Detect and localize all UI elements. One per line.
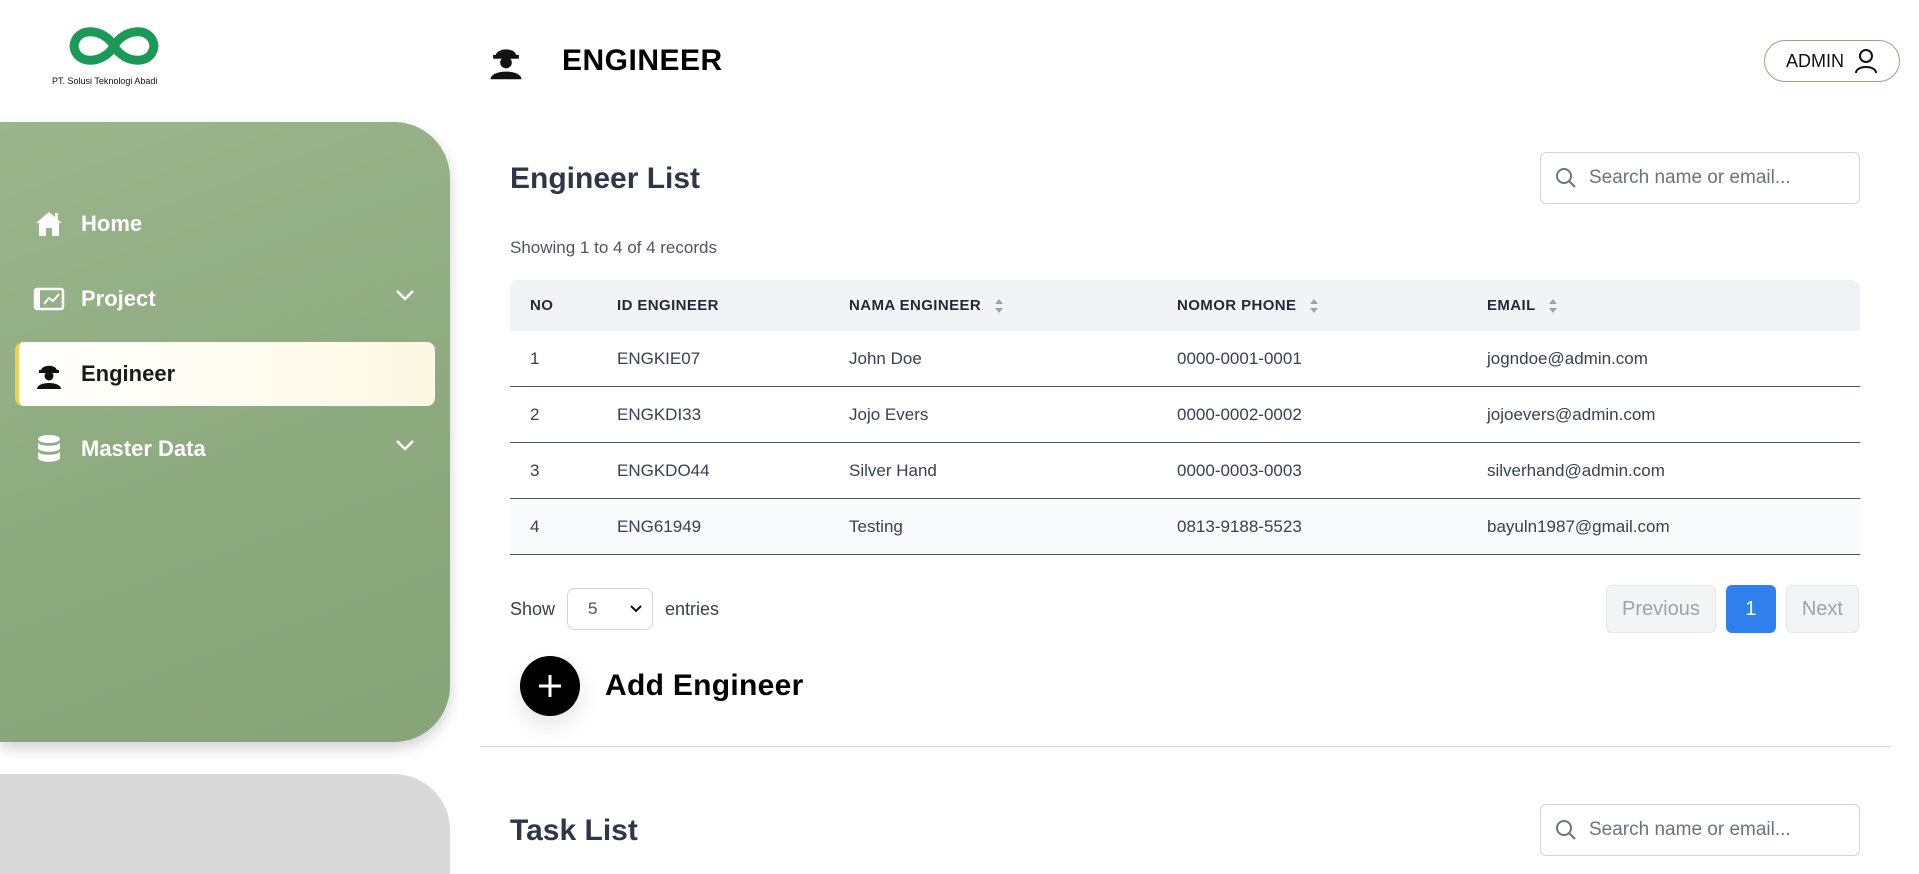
- database-icon: [33, 433, 65, 465]
- previous-page-button[interactable]: Previous: [1606, 585, 1716, 633]
- cell-name: Testing: [849, 516, 903, 536]
- chevron-down-icon: [396, 440, 414, 451]
- pagination: Previous 1 Next: [1606, 585, 1859, 633]
- column-header-no: NO: [530, 297, 554, 314]
- engineer-list-title: Engineer List: [510, 162, 701, 195]
- chevron-down-icon: [396, 290, 414, 301]
- engineer-search-box[interactable]: [1540, 152, 1860, 204]
- user-menu-button[interactable]: ADMIN: [1764, 40, 1900, 82]
- cell-email: silverhand@admin.com: [1487, 460, 1665, 480]
- cell-email: jogndoe@admin.com: [1487, 348, 1648, 368]
- engineer-search-input[interactable]: [1589, 167, 1839, 189]
- user-label: ADMIN: [1786, 50, 1844, 71]
- cell-id: ENG61949: [617, 516, 702, 536]
- column-header-phone-label: NOMOR PHONE: [1177, 296, 1297, 314]
- plus-icon: [520, 656, 580, 716]
- column-header-name-label: NAMA ENGINEER: [849, 296, 982, 314]
- sidebar-item-master-data[interactable]: Master Data: [15, 417, 435, 481]
- sort-icon[interactable]: [994, 298, 1004, 314]
- cell-id: ENGKDO44: [617, 460, 710, 480]
- cell-no: 2: [530, 404, 540, 424]
- company-logo: PT. Solusi Teknologi Abadi: [52, 18, 192, 100]
- cell-no: 1: [530, 348, 540, 368]
- cell-id: ENGKIE07: [617, 348, 701, 368]
- blueprint-chart-icon: [33, 283, 65, 315]
- sidebar-item-label: Project: [81, 286, 156, 311]
- cell-email: bayuln1987@gmail.com: [1487, 516, 1670, 536]
- add-engineer-button[interactable]: Add Engineer: [520, 656, 804, 716]
- cell-phone: 0000-0003-0003: [1177, 460, 1302, 480]
- search-icon: [1556, 820, 1576, 840]
- task-search-input[interactable]: [1589, 819, 1839, 841]
- section-divider: [480, 746, 1890, 747]
- table-row[interactable]: 1 ENGKIE07 John Doe 0000-0001-0001 jognd…: [510, 331, 1860, 387]
- sidebar-item-project[interactable]: Project: [15, 267, 435, 331]
- sort-icon[interactable]: [1309, 298, 1319, 314]
- sidebar-item-label: Master Data: [81, 436, 206, 461]
- entries-select[interactable]: 5: [567, 588, 654, 630]
- search-icon: [1556, 168, 1576, 188]
- engineer-table: NO ID ENGINEER NAMA ENGINEER NOMOR PHONE…: [510, 280, 1860, 555]
- cell-email: jojoevers@admin.com: [1487, 404, 1656, 424]
- cell-no: 3: [530, 460, 540, 480]
- add-engineer-label: Add Engineer: [605, 669, 804, 702]
- cell-phone: 0813-9188-5523: [1177, 516, 1302, 536]
- chevron-down-icon: [630, 605, 642, 613]
- entries-value: 5: [588, 599, 598, 618]
- cell-name: John Doe: [849, 348, 922, 368]
- column-header-phone[interactable]: NOMOR PHONE: [1177, 297, 1487, 314]
- sidebar-item-label: Home: [81, 211, 143, 236]
- page-title: ENGINEER: [562, 44, 723, 77]
- column-header-id: ID ENGINEER: [617, 297, 719, 314]
- column-header-name[interactable]: NAMA ENGINEER: [849, 297, 1177, 314]
- sidebar: Home Project Engineer Master Data: [0, 122, 450, 742]
- column-header-email-label: EMAIL: [1487, 296, 1536, 314]
- page-1-button[interactable]: 1: [1725, 585, 1776, 633]
- company-name: PT. Solusi Teknologi Abadi: [52, 76, 158, 86]
- cell-id: ENGKDI33: [617, 404, 702, 424]
- user-icon: [1855, 49, 1877, 74]
- engineer-icon: [33, 358, 65, 390]
- sidebar-lower-panel: [0, 774, 450, 874]
- column-header-email[interactable]: EMAIL: [1487, 297, 1860, 314]
- cell-phone: 0000-0001-0001: [1177, 348, 1302, 368]
- show-label: Show: [510, 598, 556, 619]
- cell-phone: 0000-0002-0002: [1177, 404, 1302, 424]
- cell-name: Silver Hand: [849, 460, 937, 480]
- sort-icon[interactable]: [1548, 298, 1558, 314]
- engineer-icon: [488, 40, 524, 85]
- infinity-logo-icon: [69, 27, 159, 65]
- task-list-title: Task List: [510, 814, 638, 847]
- sidebar-item-label: Engineer: [81, 361, 176, 386]
- table-row[interactable]: 2 ENGKDI33 Jojo Evers 0000-0002-0002 joj…: [510, 387, 1860, 443]
- home-icon: [33, 208, 65, 240]
- table-header: NO ID ENGINEER NAMA ENGINEER NOMOR PHONE…: [510, 280, 1860, 331]
- records-info: Showing 1 to 4 of 4 records: [510, 238, 717, 257]
- cell-no: 4: [530, 516, 540, 536]
- show-entries: Show 5 entries: [510, 588, 719, 630]
- entries-label: entries: [665, 598, 720, 619]
- task-search-box[interactable]: [1540, 804, 1860, 856]
- table-row[interactable]: 3 ENGKDO44 Silver Hand 0000-0003-0003 si…: [510, 443, 1860, 499]
- cell-name: Jojo Evers: [849, 404, 929, 424]
- sidebar-item-home[interactable]: Home: [15, 192, 435, 256]
- sidebar-item-engineer[interactable]: Engineer: [15, 342, 435, 406]
- table-row[interactable]: 4 ENG61949 Testing 0813-9188-5523 bayuln…: [510, 499, 1860, 555]
- next-page-button[interactable]: Next: [1785, 585, 1859, 633]
